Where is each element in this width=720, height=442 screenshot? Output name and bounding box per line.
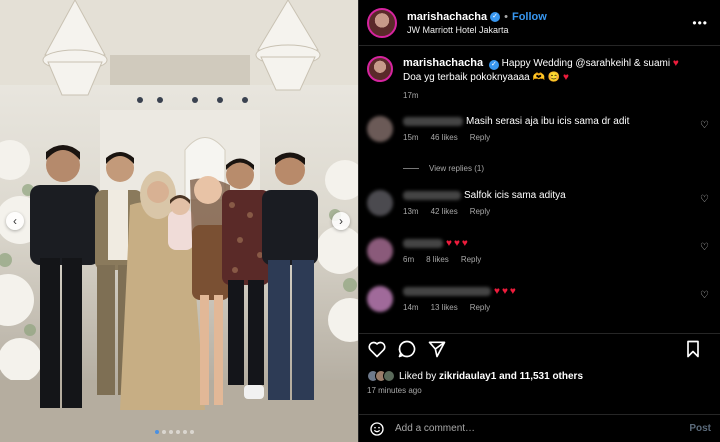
comment-item: ♥ ♥ ♥ 14m 13 likes Reply ♡ [367,286,713,312]
bookmark-icon[interactable] [683,339,703,359]
heart-emoji-icon: ♥ [563,72,569,83]
comment-text: Masih serasi aja ibu icis sama dr adit [466,116,630,127]
post-location[interactable]: JW Marriott Hotel Jakarta [407,25,547,35]
reply-button[interactable]: Reply [461,255,481,264]
heart-emoji-icon: ♥ [501,286,508,297]
commenter-username[interactable] [403,117,463,126]
carousel-dot [162,430,166,434]
comment-likes[interactable]: 46 likes [431,133,458,142]
caption-username[interactable]: marishachacha [403,57,483,69]
prev-photo-button[interactable]: ‹ [6,212,24,230]
like-comment-icon[interactable]: ♡ [700,194,709,205]
action-bar [359,334,720,364]
next-photo-button[interactable]: › [332,212,350,230]
post-photo[interactable]: ‹ › [0,0,358,442]
commenter-avatar[interactable] [367,286,393,312]
heart-emoji-icon: ♥ [494,286,500,297]
caption-time: 17m [403,91,419,100]
carousel-dot [169,430,173,434]
replies-line [403,168,419,169]
heart-emoji-icon: ♥ [446,238,452,249]
view-replies-button[interactable]: View replies (1) [403,164,484,173]
reply-button[interactable]: Reply [470,207,490,216]
separator-dot: • [504,10,508,23]
commenter-avatar[interactable] [367,190,393,216]
commenter-username[interactable] [403,239,443,248]
comment-time: 13m [403,207,419,216]
commenter-avatar[interactable] [367,116,393,142]
comment-text: Salfok icis sama aditya [464,190,566,201]
commenter-avatar[interactable] [367,238,393,264]
caption-text-line2: Doa yg terbaik pokoknyaaaa [403,72,530,83]
post-comment-button[interactable]: Post [689,423,711,434]
liker-avatar [383,370,395,382]
reply-button[interactable]: Reply [470,133,490,142]
like-comment-icon[interactable]: ♡ [700,290,709,301]
comment-icon[interactable] [397,339,417,359]
follow-button[interactable]: Follow [512,11,547,23]
caption-text-line1: Happy Wedding @sarahkeihl & suami [501,58,671,69]
verified-badge-icon: ✓ [490,11,501,22]
like-comment-icon[interactable]: ♡ [700,120,709,131]
comment-item: Salfok icis sama aditya 13m 42 likes Rep… [367,190,713,216]
verified-badge-icon: ✓ [488,60,499,70]
emoji-picker-icon[interactable] [369,421,385,437]
add-comment-bar: Add a comment… Post [359,414,720,442]
instagram-post-modal: ‹ › marishachacha ✓ • Follow JW Marriott… [0,0,720,442]
commenter-username[interactable] [403,191,461,200]
comment-likes[interactable]: 13 likes [431,303,458,312]
liker-username[interactable]: zikridaulay1 [439,371,496,382]
comment-time: 6m [403,255,415,264]
emoji-hands-icon: 🫶 😊 [532,72,561,83]
post-timestamp: 17 minutes ago [367,386,422,395]
liker-avatars [367,370,395,382]
more-options-icon[interactable]: ••• [692,16,708,30]
author-avatar[interactable] [367,7,397,38]
comment-likes[interactable]: 8 likes [426,255,449,264]
comment-item: Masih serasi aja ibu icis sama dr adit 1… [367,116,713,142]
comment-input[interactable]: Add a comment… [395,423,689,434]
comment-item: ♥ ♥ ♥ 6m 8 likes Reply ♡ [367,238,713,264]
photo-scene [0,0,358,442]
author-username[interactable]: marishachacha [407,11,487,23]
carousel-dot [183,430,187,434]
carousel-dot [155,430,159,434]
caption-avatar[interactable] [367,56,393,82]
reply-button[interactable]: Reply [470,303,490,312]
carousel-dot [176,430,180,434]
likes-count[interactable]: and 11,531 others [499,371,583,382]
comment-likes[interactable]: 42 likes [431,207,458,216]
like-comment-icon[interactable]: ♡ [700,242,709,253]
post-header: marishachacha ✓ • Follow JW Marriott Hot… [359,0,720,46]
heart-emoji-icon: ♥ [453,238,460,249]
heart-emoji-icon: ♥ [509,286,516,297]
likes-prefix: Liked by [399,370,437,382]
share-icon[interactable] [427,339,447,359]
comment-time: 14m [403,303,419,312]
view-replies-label[interactable]: View replies (1) [429,164,484,173]
heart-emoji-icon: ♥ [461,238,468,249]
heart-emoji-icon: ♥ [672,58,679,69]
carousel-dot [190,430,194,434]
likes-summary: Liked by zikridaulay1 and 11,531 others [359,364,720,382]
post-sidebar: marishachacha ✓ • Follow JW Marriott Hot… [358,0,720,442]
carousel-dots [155,430,194,434]
post-caption: marishachacha ✓ Happy Wedding @sarahkeih… [359,46,720,106]
like-heart-icon[interactable] [367,339,387,359]
comment-time: 15m [403,133,419,142]
commenter-username[interactable] [403,287,491,296]
post-actions-section: Liked by zikridaulay1 and 11,531 others … [359,333,720,399]
